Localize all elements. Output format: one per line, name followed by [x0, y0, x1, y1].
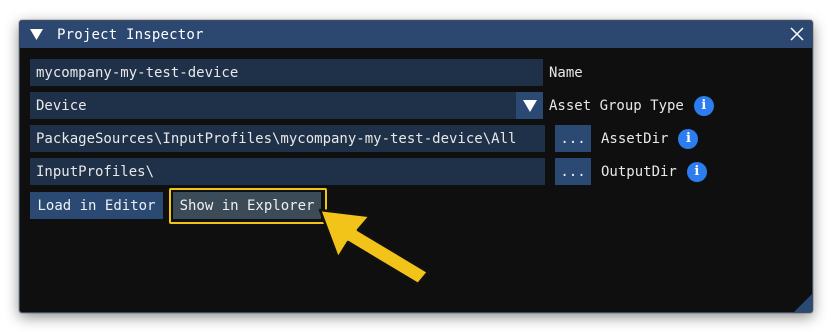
- info-glyph: i: [685, 131, 691, 146]
- name-value: mycompany-my-test-device: [36, 64, 239, 81]
- load-in-editor-label: Load in Editor: [37, 197, 156, 214]
- output-dir-input[interactable]: InputProfiles\: [30, 158, 545, 185]
- title-bar[interactable]: Project Inspector: [20, 21, 812, 48]
- resize-grip-icon[interactable]: [794, 294, 812, 312]
- asset-group-value: Device: [36, 97, 87, 114]
- dropdown-arrow-icon[interactable]: [516, 92, 543, 119]
- browse-label: ...: [560, 163, 586, 180]
- output-dir-browse-button[interactable]: ...: [555, 158, 591, 185]
- window-title: Project Inspector: [57, 26, 204, 43]
- output-dir-row: InputProfiles\ ... OutputDir i: [30, 158, 707, 185]
- asset-dir-row: PackageSources\InputProfiles\mycompany-m…: [30, 125, 699, 152]
- info-glyph: i: [694, 164, 700, 179]
- asset-group-select[interactable]: Device: [30, 92, 516, 119]
- name-row: mycompany-my-test-device Name: [30, 59, 583, 86]
- info-icon[interactable]: i: [686, 161, 707, 182]
- load-in-editor-button[interactable]: Load in Editor: [30, 192, 163, 219]
- browse-label: ...: [560, 130, 586, 147]
- output-dir-value: InputProfiles\: [36, 163, 155, 180]
- output-dir-label: OutputDir: [601, 163, 677, 180]
- annotation-arrow: [318, 208, 430, 286]
- asset-dir-browse-button[interactable]: ...: [555, 125, 591, 152]
- collapse-icon[interactable]: [29, 28, 43, 42]
- asset-dir-value: PackageSources\InputProfiles\mycompany-m…: [36, 130, 517, 147]
- name-input[interactable]: mycompany-my-test-device: [30, 59, 543, 86]
- highlight-box: [169, 188, 327, 224]
- close-icon[interactable]: [790, 27, 804, 41]
- asset-dir-input[interactable]: PackageSources\InputProfiles\mycompany-m…: [30, 125, 545, 152]
- info-icon[interactable]: i: [678, 128, 699, 149]
- asset-group-label: Asset Group Type: [549, 97, 684, 114]
- info-glyph: i: [701, 98, 707, 113]
- asset-group-row: Device Asset Group Type i: [30, 92, 714, 119]
- name-label: Name: [549, 64, 583, 81]
- info-icon[interactable]: i: [693, 95, 714, 116]
- asset-dir-label: AssetDir: [601, 130, 669, 147]
